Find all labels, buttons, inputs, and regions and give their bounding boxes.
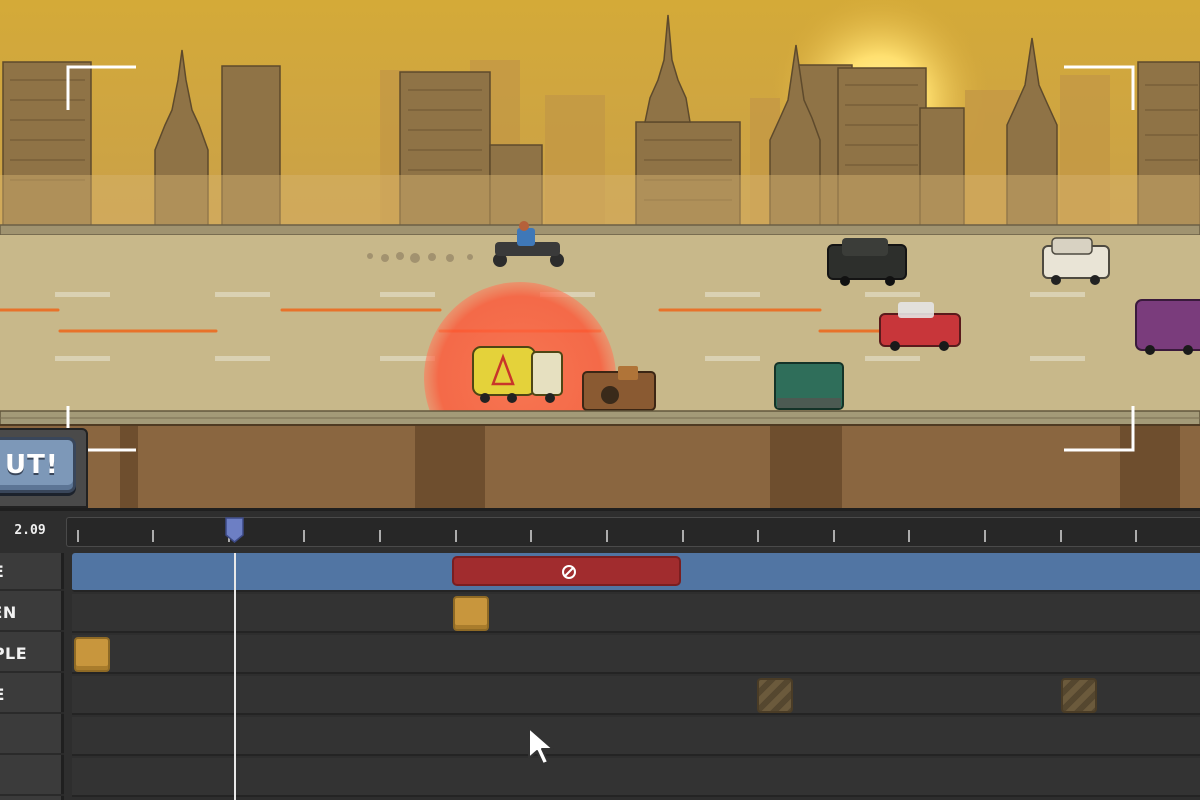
playhead-line [234, 553, 236, 800]
event-block-purple[interactable] [74, 637, 110, 672]
track-label-empty-1 [0, 717, 64, 755]
track-label-empty-2 [0, 758, 64, 796]
track-row-empty-2[interactable] [72, 758, 1200, 797]
event-block-blue-2[interactable] [1061, 678, 1097, 713]
event-block-green[interactable] [453, 596, 489, 631]
no-entry-icon [562, 565, 576, 579]
brown-truck [582, 366, 656, 411]
track-label-blue: UE [0, 676, 64, 714]
black-car [827, 238, 907, 286]
timeline-panel: 2.09 RE EEN RPLE UE [0, 508, 1200, 800]
event-block-blue-1[interactable] [757, 678, 793, 713]
track-label-purple: RPLE [0, 635, 64, 673]
game-scene: UT! [0, 0, 1200, 508]
track-row-blue[interactable] [72, 676, 1200, 715]
purple-van [1135, 299, 1200, 355]
cut-button[interactable]: UT! [0, 437, 76, 493]
blocked-segment[interactable] [452, 556, 681, 586]
track-label-column: RE EEN RPLE UE [0, 553, 64, 800]
green-truck [774, 362, 844, 410]
track-row-green[interactable] [72, 594, 1200, 633]
track-row-purple[interactable] [72, 635, 1200, 674]
track-row-fire[interactable] [72, 553, 1200, 592]
current-time-readout: 2.09 [14, 523, 46, 538]
player-truck [472, 346, 563, 403]
track-row-empty-1[interactable] [72, 717, 1200, 756]
track-label-fire: RE [0, 553, 64, 591]
mouse-cursor-icon [528, 727, 554, 765]
white-car [1042, 237, 1110, 285]
highway-scene [0, 0, 1200, 508]
track-area [72, 553, 1200, 800]
playhead-handle[interactable] [225, 517, 244, 543]
track-label-green: EEN [0, 594, 64, 632]
